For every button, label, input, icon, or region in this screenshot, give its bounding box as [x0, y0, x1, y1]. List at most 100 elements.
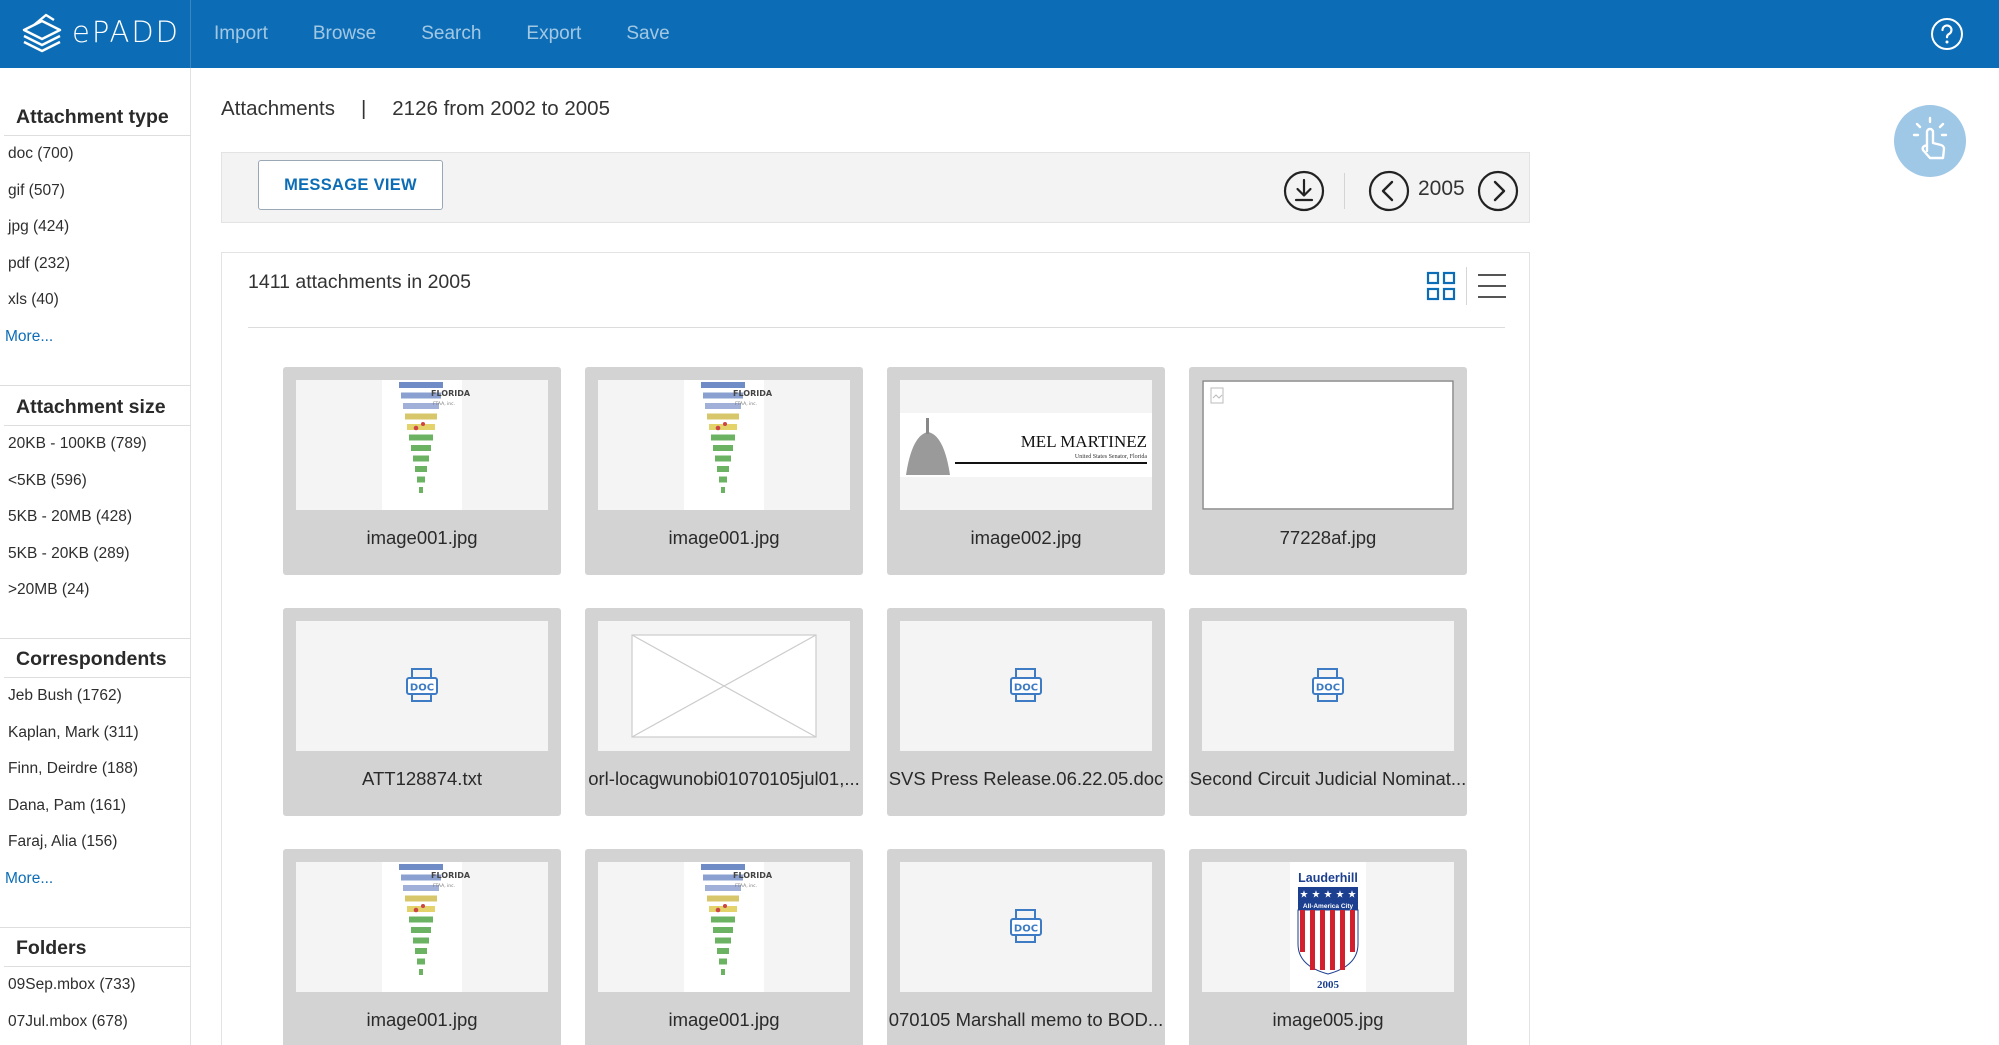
attachment-filename: 77228af.jpg [1279, 527, 1377, 548]
attachment-thumbnail: FLORIDA FTAA, inc. [598, 380, 850, 510]
facet-item[interactable]: Finn, Deirdre (188) [0, 759, 191, 796]
facet-item[interactable]: gif (507) [0, 181, 191, 218]
nav-browse[interactable]: Browse [313, 23, 376, 45]
year-label: 2005 [1418, 177, 1465, 200]
nav-export[interactable]: Export [526, 23, 581, 45]
chevron-left-circle-icon[interactable] [1368, 170, 1410, 212]
view-toggle-divider [1466, 267, 1467, 305]
svg-text:★: ★ [1336, 890, 1345, 901]
facet-item[interactable]: <5KB (596) [0, 471, 191, 508]
brand[interactable]: ePADD [0, 0, 191, 68]
facet-item[interactable]: Faraj, Alia (156) [0, 832, 191, 869]
grid-view-icon[interactable] [1425, 270, 1457, 302]
list-view-icon[interactable] [1476, 270, 1508, 302]
svg-text:FTAA, inc.: FTAA, inc. [735, 883, 757, 889]
facet-item[interactable]: 5KB - 20MB (428) [0, 507, 191, 544]
attachment-card[interactable]: DOC SVS Press Release.06.22.05.doc [887, 608, 1165, 816]
help-circle-icon[interactable] [1930, 17, 1964, 51]
stacked-papers-icon [22, 13, 62, 53]
facet-item[interactable]: Jeb Bush (1762) [0, 686, 191, 723]
more-link[interactable]: More... [0, 869, 191, 906]
breadcrumb-summary: 2126 from 2002 to 2005 [392, 97, 610, 120]
tap-hand-button[interactable] [1894, 105, 1966, 177]
facet-item[interactable]: doc (700) [0, 144, 191, 181]
facet-item[interactable]: pdf (232) [0, 254, 191, 291]
attachment-card[interactable]: FLORIDA FTAA, inc. image001.jpg [585, 849, 863, 1045]
facet-item[interactable]: Dana, Pam (161) [0, 796, 191, 833]
attachment-card[interactable]: DOC Second Circuit Judicial Nominat... [1189, 608, 1467, 816]
facet-item[interactable]: xls (40) [0, 290, 191, 327]
facet-attachment-size: Attachment size 20KB - 100KB (789) <5KB … [0, 396, 191, 617]
logo-title: Lauderhill [1298, 871, 1358, 885]
doc-file-icon: DOC [1010, 909, 1042, 943]
facet-divider [0, 927, 191, 928]
doc-file-icon: DOC [406, 668, 438, 702]
toolbar-divider [1344, 173, 1345, 209]
facet-title: Attachment type [4, 106, 191, 136]
panel-divider [248, 327, 1505, 328]
nav-search[interactable]: Search [421, 23, 481, 45]
svg-text:DOC: DOC [1014, 683, 1038, 694]
attachment-card[interactable]: FLORIDA FTAA, inc. image001.jpg [283, 849, 561, 1045]
svg-text:★: ★ [1324, 890, 1333, 901]
lauderhill-logo-image: Lauderhill★ ★ ★ ★ ★All-America City2005 [1290, 862, 1366, 992]
attachment-filename: image005.jpg [1272, 1009, 1384, 1030]
attachment-card[interactable]: orl-locagwunobi01070105jul01,... [585, 608, 863, 816]
attachment-card[interactable]: Lauderhill ★ ★ ★ ★ ★ All-America City 2005 image… [1189, 849, 1467, 1045]
attachment-thumbnail: FLORIDA FTAA, inc. [598, 862, 850, 992]
facet-item[interactable]: 09Sep.mbox (733) [0, 975, 191, 1012]
top-bar: ePADD Import Browse Search Export Save [0, 0, 1999, 68]
svg-text:★: ★ [1348, 890, 1357, 901]
facet-title: Correspondents [4, 648, 191, 678]
brand-name: ePADD [72, 15, 180, 49]
facet-folders: Folders 09Sep.mbox (733) 07Jul.mbox (678… [0, 937, 191, 1045]
message-view-button[interactable]: MESSAGE VIEW [258, 160, 443, 210]
attachment-filename: image001.jpg [668, 1009, 780, 1030]
attachment-filename: image001.jpg [366, 1009, 478, 1030]
attachment-card[interactable]: FLORIDA FTAA, inc. image001.jpg [585, 367, 863, 575]
attachments-count: 1411 attachments in 2005 [248, 271, 471, 293]
broken-image-icon [1202, 380, 1454, 510]
download-circle-icon[interactable] [1283, 170, 1325, 212]
attachment-card[interactable]: FLORIDA FTAA, inc. image001.jpg [283, 367, 561, 575]
attachment-thumbnail: DOC [296, 621, 548, 751]
chevron-right-circle-icon[interactable] [1477, 170, 1519, 212]
attachment-filename: SVS Press Release.06.22.05.doc [888, 768, 1164, 789]
attachment-thumbnail: FLORIDA FTAA, inc. [296, 380, 548, 510]
main-nav: Import Browse Search Export Save [214, 0, 715, 68]
svg-text:FTAA, inc.: FTAA, inc. [433, 401, 455, 407]
svg-text:FLORIDA: FLORIDA [431, 389, 471, 398]
attachment-thumbnail [1202, 380, 1454, 510]
svg-text:DOC: DOC [410, 683, 434, 694]
banner-title: MEL MARTINEZ [1021, 432, 1147, 451]
facet-item[interactable]: 07Jul.mbox (678) [0, 1012, 191, 1045]
attachment-card[interactable]: 77228af.jpg [1189, 367, 1467, 575]
attachment-card[interactable]: DOC ATT128874.txt [283, 608, 561, 816]
nav-save[interactable]: Save [626, 23, 669, 45]
florida-logo-image: FLORIDA FTAA, inc. [382, 862, 471, 992]
more-link[interactable]: More... [0, 327, 191, 364]
nav-import[interactable]: Import [214, 23, 268, 45]
attachment-card[interactable]: MEL MARTINEZ United States Senator, Flori… [887, 367, 1165, 575]
florida-logo-image: FLORIDA FTAA, inc. [382, 380, 471, 510]
svg-text:FLORIDA: FLORIDA [733, 389, 773, 398]
logo-year: 2005 [1317, 979, 1340, 991]
facet-title: Attachment size [4, 396, 191, 426]
facet-item[interactable]: >20MB (24) [0, 580, 191, 617]
attachment-card[interactable]: DOC 070105 Marshall memo to BOD... [887, 849, 1165, 1045]
svg-text:FLORIDA: FLORIDA [431, 871, 471, 880]
attachment-thumbnail: DOC [1202, 621, 1454, 751]
logo-subtitle: All-America City [1303, 903, 1354, 910]
attachment-thumbnail: FLORIDA FTAA, inc. [296, 862, 548, 992]
martinez-banner-image: MEL MARTINEZ United States Senator, Flori… [900, 413, 1152, 477]
facet-item[interactable]: Kaplan, Mark (311) [0, 723, 191, 760]
attachment-thumbnail: MEL MARTINEZ United States Senator, Flori… [900, 380, 1152, 510]
svg-text:FLORIDA: FLORIDA [733, 871, 773, 880]
facet-item[interactable]: jpg (424) [0, 217, 191, 254]
attachment-filename: ATT128874.txt [362, 768, 482, 789]
attachments-panel: 1411 attachments in 2005 FLORIDA FTAA, in… [221, 252, 1530, 1045]
attachment-filename: Second Circuit Judicial Nominat... [1189, 768, 1467, 789]
facet-item[interactable]: 20KB - 100KB (789) [0, 434, 191, 471]
facet-item[interactable]: 5KB - 20KB (289) [0, 544, 191, 581]
attachment-thumbnail: DOC [900, 862, 1152, 992]
